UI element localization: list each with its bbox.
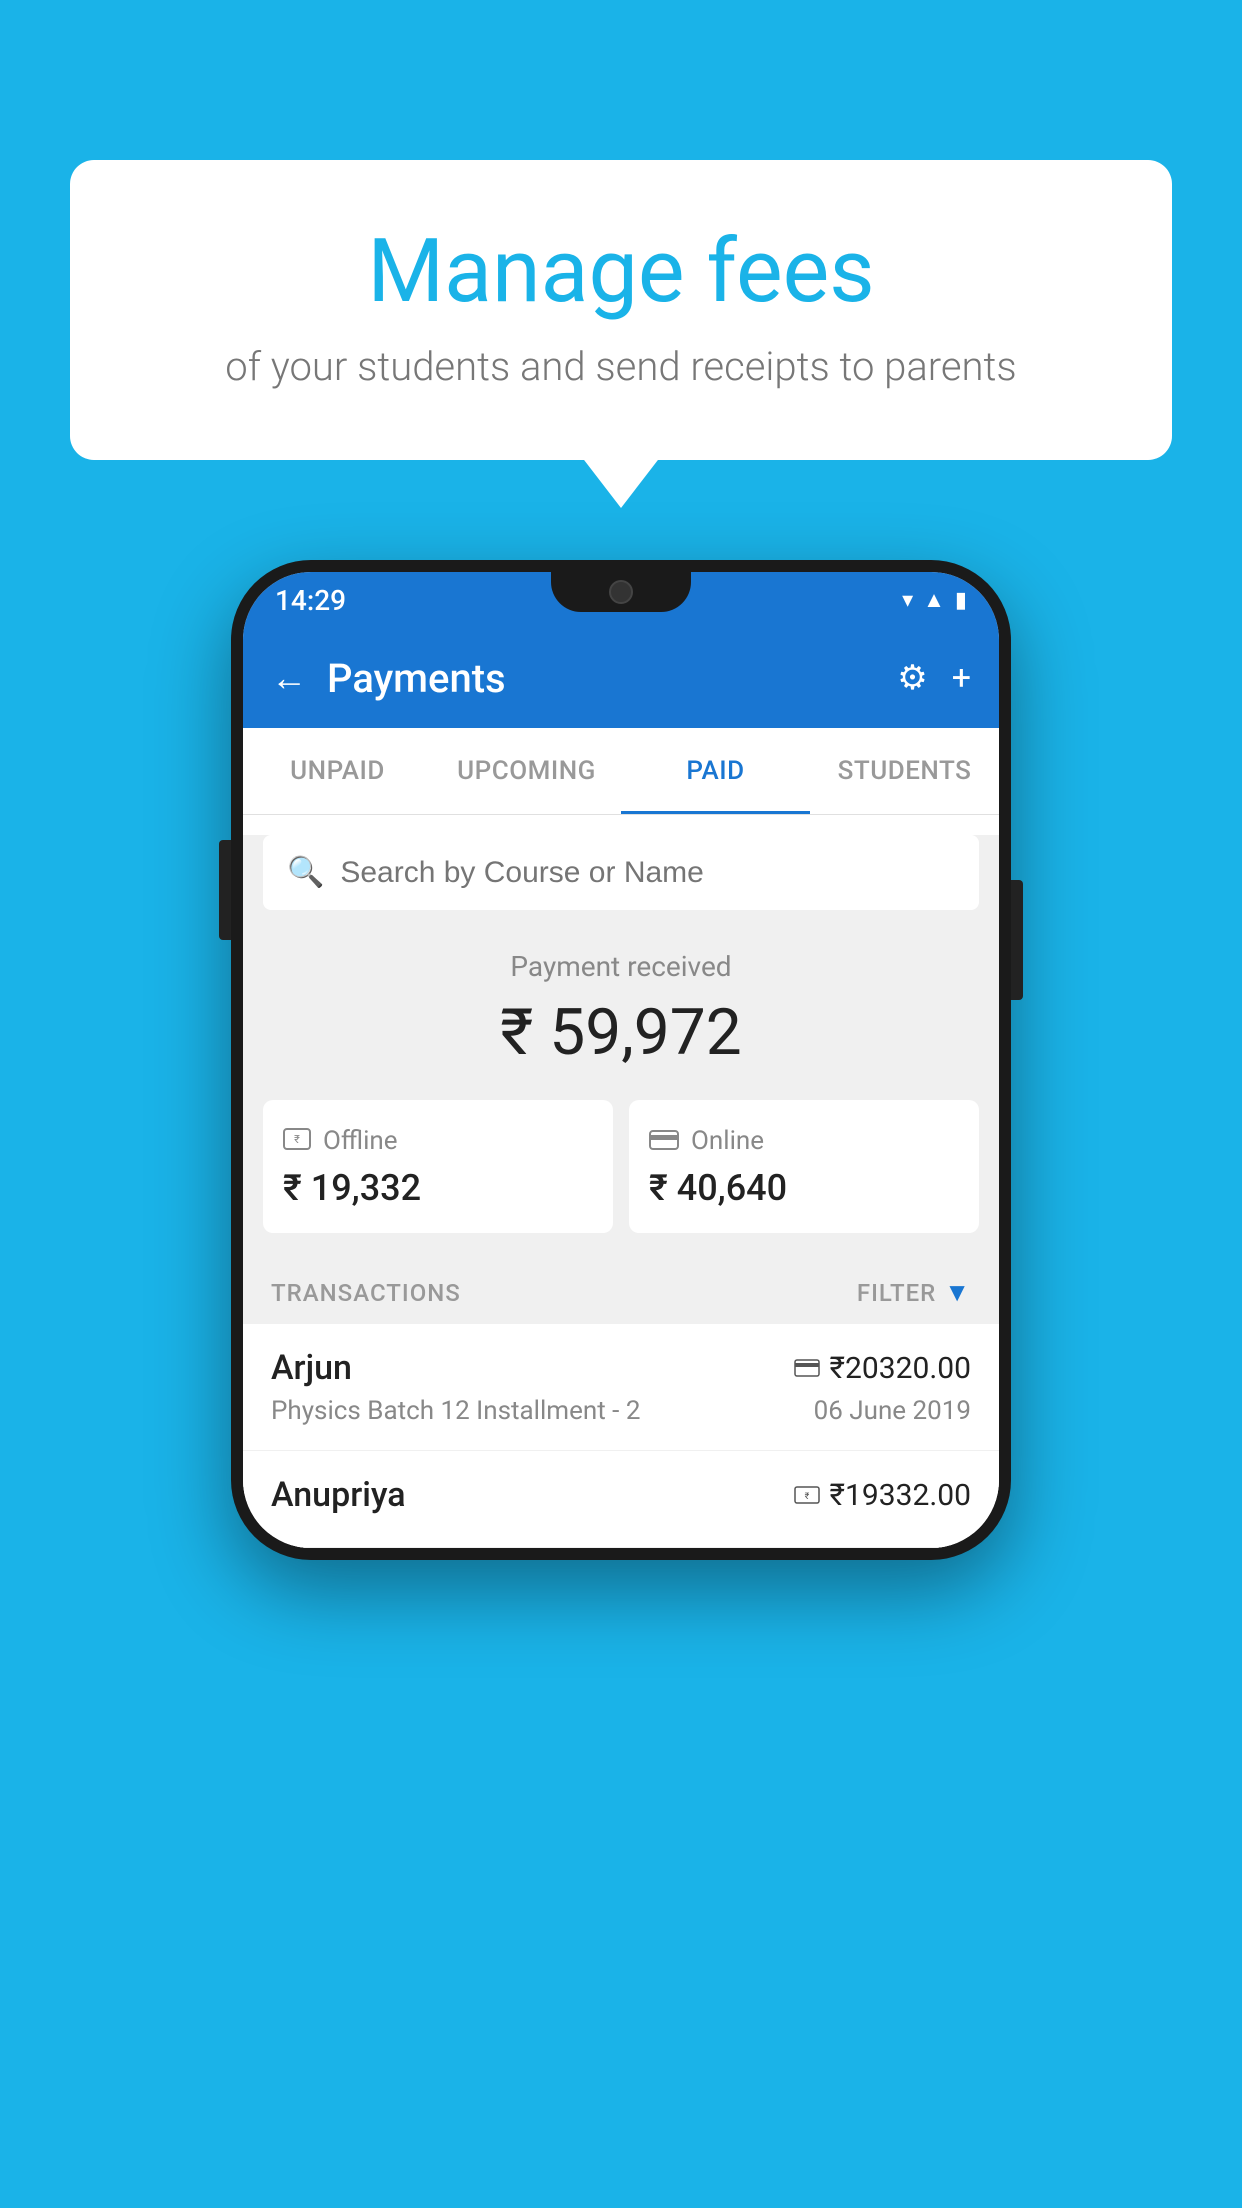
filter-icon: ▼ <box>944 1277 971 1308</box>
search-icon: 🔍 <box>287 855 324 890</box>
phone-frame: 14:29 ▾ ▲ ▮ ← Payments ⚙ + UNPAID <box>231 560 1011 1560</box>
course-info: Physics Batch 12 Installment - 2 <box>271 1396 640 1426</box>
app-bar-actions: ⚙ + <box>897 658 971 698</box>
speech-bubble-heading: Manage fees <box>120 220 1122 323</box>
back-button[interactable]: ← <box>271 657 307 699</box>
student-name: Anupriya <box>271 1475 406 1515</box>
settings-icon[interactable]: ⚙ <box>897 658 927 698</box>
tabs-bar: UNPAID UPCOMING PAID STUDENTS <box>243 728 999 815</box>
transaction-amount: ₹20320.00 <box>794 1351 971 1386</box>
table-row: Anupriya ₹ ₹19332.00 <box>243 1451 999 1548</box>
filter-button[interactable]: FILTER ▼ <box>857 1277 971 1308</box>
offline-icon: ₹ <box>283 1124 311 1157</box>
svg-text:₹: ₹ <box>294 1133 300 1146</box>
offline-amount: ₹ 19,332 <box>283 1167 593 1209</box>
offline-label: Offline <box>323 1126 398 1156</box>
add-icon[interactable]: + <box>952 658 971 698</box>
offline-card: ₹ Offline ₹ 19,332 <box>263 1100 613 1233</box>
payment-summary: Payment received ₹ 59,972 <box>243 910 999 1100</box>
tab-paid[interactable]: PAID <box>621 728 810 814</box>
filter-label: FILTER <box>857 1279 936 1307</box>
signal-icon: ▲ <box>923 587 945 613</box>
content-area: 🔍 Payment received ₹ 59,972 <box>243 835 999 1548</box>
tab-unpaid[interactable]: UNPAID <box>243 728 432 814</box>
status-time: 14:29 <box>275 584 346 617</box>
payment-received-label: Payment received <box>263 950 979 983</box>
page-title: Payments <box>327 655 877 702</box>
online-card: Online ₹ 40,640 <box>629 1100 979 1233</box>
battery-icon: ▮ <box>955 588 967 613</box>
online-amount: ₹ 40,640 <box>649 1167 959 1209</box>
speech-bubble-subtext: of your students and send receipts to pa… <box>120 343 1122 390</box>
transactions-header: TRANSACTIONS FILTER ▼ <box>243 1261 999 1324</box>
student-name: Arjun <box>271 1348 352 1388</box>
phone-notch <box>551 572 691 612</box>
date-info: 06 June 2019 <box>814 1396 971 1426</box>
online-label: Online <box>691 1126 764 1156</box>
tab-students[interactable]: STUDENTS <box>810 728 999 814</box>
wifi-icon: ▾ <box>902 588 913 613</box>
transaction-amount: ₹ ₹19332.00 <box>794 1478 971 1513</box>
payment-cards: ₹ Offline ₹ 19,332 <box>243 1100 999 1261</box>
transactions-label: TRANSACTIONS <box>271 1279 461 1307</box>
table-row: Arjun ₹20320.00 Physics Batch 12 Install… <box>243 1324 999 1451</box>
search-input[interactable] <box>340 856 955 890</box>
speech-bubble: Manage fees of your students and send re… <box>70 160 1172 460</box>
search-bar[interactable]: 🔍 <box>263 835 979 910</box>
total-amount: ₹ 59,972 <box>263 995 979 1070</box>
status-icons: ▾ ▲ ▮ <box>902 587 967 613</box>
online-icon <box>649 1124 679 1157</box>
camera <box>609 580 633 604</box>
tab-upcoming[interactable]: UPCOMING <box>432 728 621 814</box>
app-bar: ← Payments ⚙ + <box>243 628 999 728</box>
svg-text:₹: ₹ <box>804 1492 809 1502</box>
